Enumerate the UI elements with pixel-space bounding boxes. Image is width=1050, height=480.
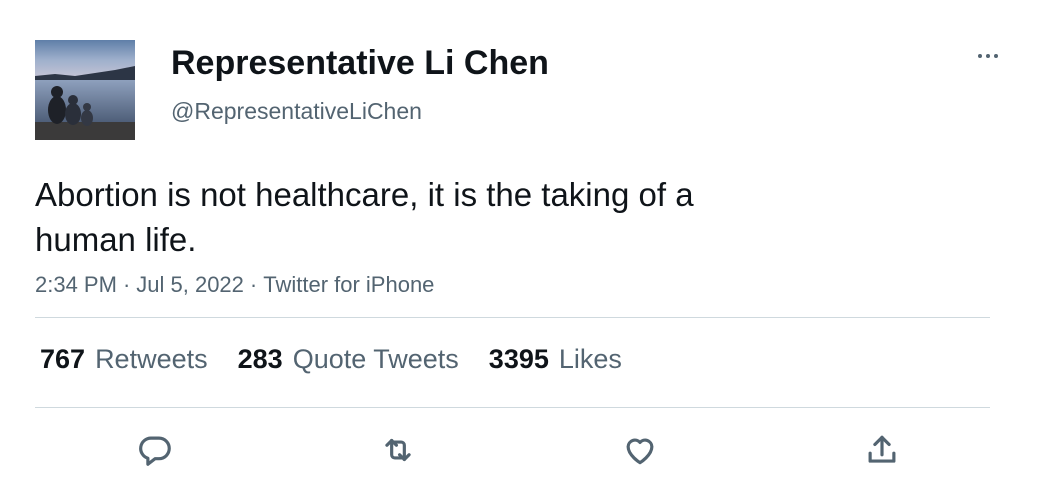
- like-button[interactable]: [615, 425, 665, 475]
- avatar-photo: [35, 40, 135, 140]
- tweet-text: Abortion is not healthcare, it is the ta…: [35, 176, 694, 258]
- share-icon: [868, 435, 896, 463]
- retweet-button[interactable]: [373, 425, 423, 475]
- meta-separator: ·: [249, 272, 258, 297]
- tweet-time[interactable]: 2:34 PM: [35, 272, 117, 297]
- retweets-stat[interactable]: 767 Retweets: [40, 340, 208, 378]
- author-name[interactable]: Representative Li Chen: [171, 42, 549, 84]
- author-handle[interactable]: @RepresentativeLiChen: [171, 96, 422, 126]
- divider: [35, 317, 990, 318]
- likes-count: 3395: [488, 344, 549, 374]
- divider: [35, 407, 990, 408]
- share-button[interactable]: [857, 425, 907, 475]
- tweet-card: Representative Li Chen @RepresentativeLi…: [0, 0, 1050, 480]
- retweet-icon: [385, 438, 411, 462]
- like-icon: [626, 438, 654, 465]
- likes-stat[interactable]: 3395 Likes: [489, 340, 622, 378]
- more-options-icon: [978, 54, 982, 58]
- retweets-label: Retweets: [95, 344, 208, 374]
- tweet-stats: 767 Retweets 283 Quote Tweets 3395 Likes: [40, 340, 652, 378]
- tweet-source[interactable]: Twitter for iPhone: [263, 272, 434, 297]
- retweets-count: 767: [40, 344, 86, 374]
- tweet-date[interactable]: Jul 5, 2022: [136, 272, 244, 297]
- tweet-meta: 2:34 PM · Jul 5, 2022 · Twitter for iPhone: [35, 270, 434, 300]
- quote-tweets-stat[interactable]: 283 Quote Tweets: [238, 340, 459, 378]
- avatar[interactable]: [35, 40, 135, 140]
- more-options-button[interactable]: [968, 44, 1008, 68]
- quote-tweets-count: 283: [237, 344, 283, 374]
- tweet-actions: [0, 425, 1050, 475]
- reply-button[interactable]: [130, 425, 180, 475]
- likes-label: Likes: [558, 344, 622, 374]
- reply-icon: [139, 436, 171, 466]
- meta-separator: ·: [122, 272, 131, 297]
- quote-tweets-label: Quote Tweets: [292, 344, 459, 374]
